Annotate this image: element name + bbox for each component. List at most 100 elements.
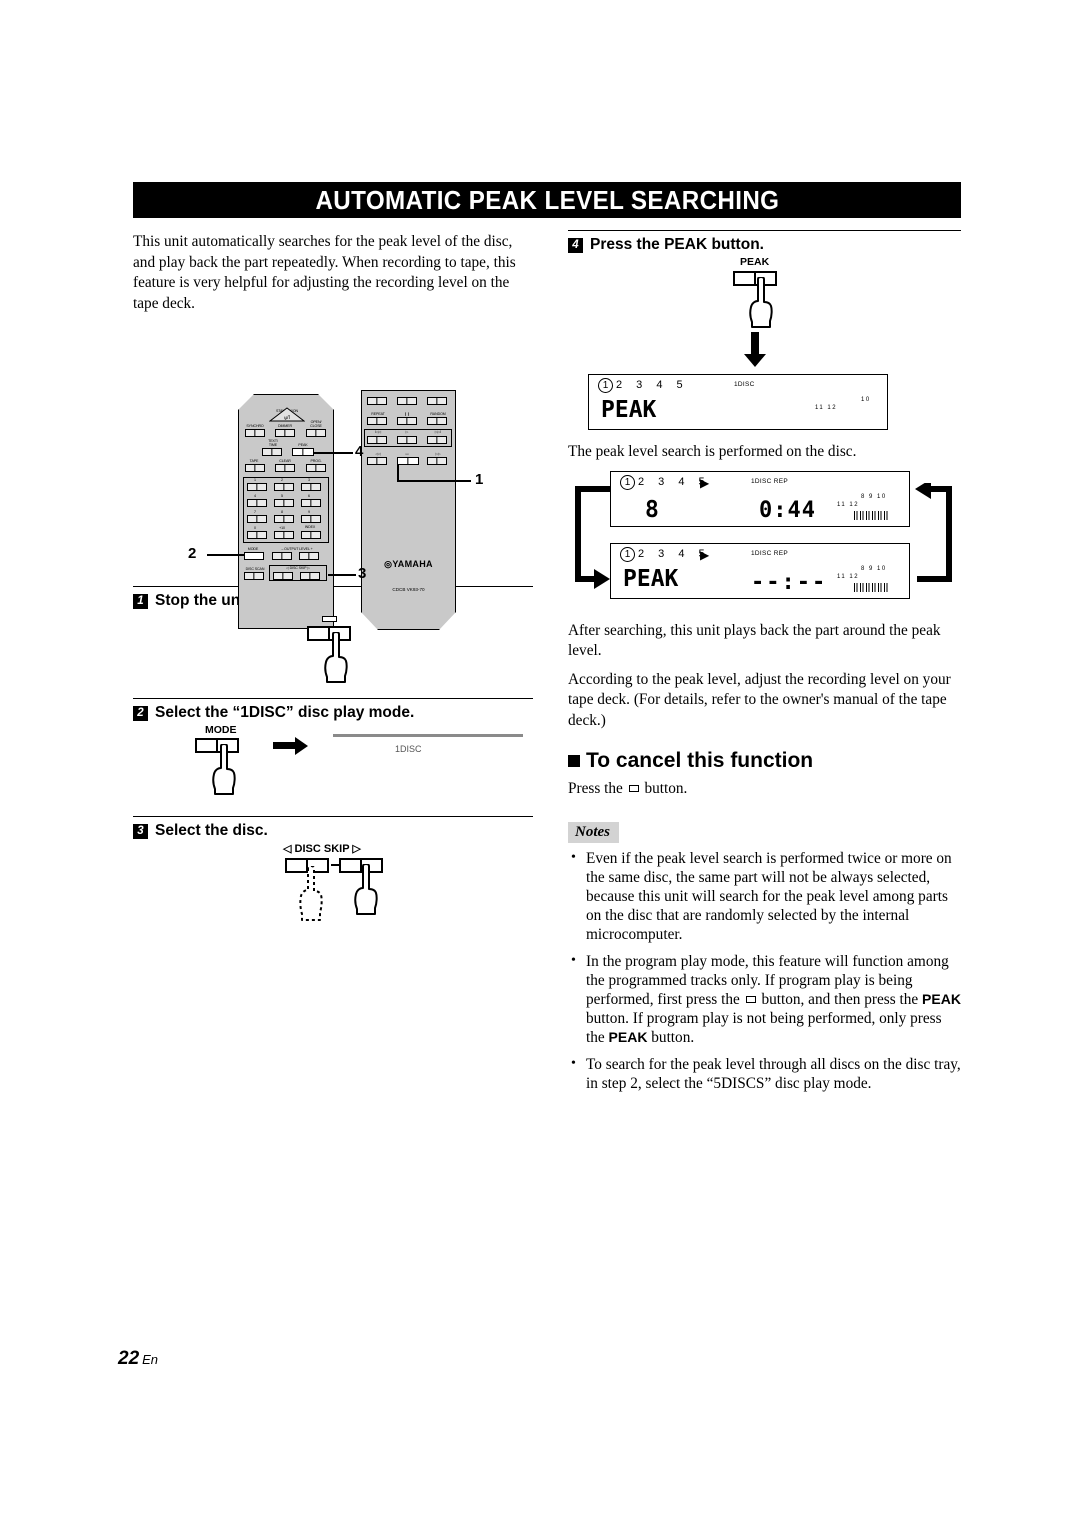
step-2-arrow-icon: [273, 736, 309, 761]
remote-button-peak[interactable]: [292, 448, 314, 456]
remote-button-plus10[interactable]: [274, 531, 294, 539]
remote-label-peak: PEAK: [298, 443, 308, 447]
remote-label-plus10: +10: [279, 526, 285, 530]
callout-line-3: [328, 574, 356, 576]
remote-button-synchro[interactable]: [245, 429, 265, 437]
page-footer: 22 En: [118, 1348, 158, 1370]
remote-button-num-1[interactable]: [247, 483, 267, 491]
stop-button-icon: [628, 785, 639, 792]
remote-label-num-6: 6: [308, 494, 310, 498]
remote-label-disc-scan: DISC SCAN: [245, 567, 265, 571]
remote-button-text-time[interactable]: [262, 448, 282, 456]
remote-label-repeat: REPEAT: [371, 412, 385, 416]
after-peak-text: The peak level search is performed on th…: [568, 443, 857, 460]
lcd-tiny-11-12: 11 12: [837, 501, 860, 508]
note-program-bold-peak-1: PEAK: [922, 990, 961, 1007]
remote-button-disc-skip-next[interactable]: [300, 572, 320, 580]
remote-label-num-1: 1: [254, 478, 256, 482]
remote-button-tape[interactable]: [245, 464, 265, 472]
note-item: To search for the peak level through all…: [568, 1054, 961, 1093]
remote-button-prev-track[interactable]: [367, 436, 387, 444]
remote-label-synchro: SYNCHRO: [246, 424, 264, 428]
remote-button-top-2[interactable]: [397, 397, 417, 405]
remote-button-output-down[interactable]: [272, 552, 292, 560]
remote-button-num-0[interactable]: [247, 531, 267, 539]
lcd-play-indicator-icon: ▶: [700, 475, 710, 490]
remote-button-num-8[interactable]: [274, 515, 294, 523]
step-4-heading: 4 Press the PEAK button.: [568, 236, 961, 254]
step-3-title: Select the disc.: [155, 822, 268, 839]
remote-right-unit: REPEAT ❙❙ RANDOM I◁◁ ▷ ▷▷I ◁◁ ▭ ▷▷ ◎YAMA…: [361, 390, 456, 630]
remote-button-repeat[interactable]: [367, 417, 387, 425]
remote-label-tape: TAPE: [249, 459, 259, 463]
callout-line-4: [313, 452, 353, 454]
remote-left-unit: STANDBY/ON ⍹/I SYNCHRO DIMMER OPEN/ CLOS…: [238, 394, 334, 629]
remote-button-num-4[interactable]: [247, 499, 267, 507]
lcd-tiny-11-12: 11 12: [815, 405, 838, 411]
display-loop-group: 1 2 3 4 5 ▶ 1DISC REP 8 0:44 11 12 8 9 1…: [566, 470, 961, 621]
adjust-level-text: According to the peak level, adjust the …: [568, 670, 951, 729]
remote-control-illustration: STANDBY/ON ⍹/I SYNCHRO DIMMER OPEN/ CLOS…: [133, 322, 533, 630]
remote-button-num-7[interactable]: [247, 515, 267, 523]
stop-button-icon: [745, 995, 756, 1003]
remote-button-index[interactable]: [301, 531, 321, 539]
pointing-hand-icon: [351, 864, 381, 916]
lcd-track-number: 8: [645, 496, 660, 523]
remote-button-num-5[interactable]: [274, 499, 294, 507]
remote-button-play[interactable]: [397, 436, 417, 444]
remote-button-top-3[interactable]: [427, 397, 447, 405]
remote-label-play: ▷: [405, 430, 409, 434]
remote-label-dimmer: DIMMER: [278, 424, 292, 428]
remote-button-stop[interactable]: [397, 457, 419, 465]
remote-label-disc-skip: ◁ DISC SKIP ▷: [286, 566, 310, 570]
remote-button-dimmer[interactable]: [275, 429, 295, 437]
remote-button-top-1[interactable]: [367, 397, 387, 405]
lcd-display-peak-search: 1 2 3 4 5 ▶ 1DISC REP PEAK --:-- 11 12 8…: [610, 542, 910, 599]
cancel-text-after: button.: [644, 780, 688, 797]
lcd-mode-indicator: 1DISC: [734, 381, 755, 388]
remote-label-prev-track: I◁◁: [374, 430, 382, 434]
step-4-number: 4: [568, 237, 583, 253]
note-program-part4: button.: [651, 1029, 695, 1047]
remote-button-num-2[interactable]: [274, 483, 294, 491]
step-4-divider: [568, 230, 961, 231]
manual-page: AUTOMATIC PEAK LEVEL SEARCHING This unit…: [0, 0, 1080, 1528]
step-2-number: 2: [133, 705, 148, 721]
remote-button-prog[interactable]: [306, 464, 326, 472]
lcd-mode-indicator: 1DISC REP: [751, 549, 789, 557]
remote-button-num-6[interactable]: [301, 499, 321, 507]
remote-button-pause[interactable]: [397, 417, 417, 425]
page-number: 22: [118, 1348, 140, 1369]
remote-button-num-9[interactable]: [301, 515, 321, 523]
remote-label-num-4: 4: [254, 494, 256, 498]
remote-label-search-back: ◁◁: [375, 452, 381, 456]
remote-button-output-up[interactable]: [299, 552, 319, 560]
intro-paragraph: This unit automatically searches for the…: [133, 233, 516, 312]
lcd-time: --:--: [751, 569, 828, 595]
remote-button-open-close[interactable]: [306, 429, 326, 437]
cancel-text-before: Press the: [568, 780, 623, 797]
remote-button-search-back[interactable]: [367, 457, 387, 465]
remote-label-num-7: 7: [254, 510, 256, 514]
callout-number-3: 3: [358, 565, 367, 582]
lcd-main-text: PEAK: [623, 565, 679, 592]
remote-button-mode[interactable]: [244, 552, 264, 560]
pointing-hand-icon: [746, 277, 776, 329]
remote-label-mode: MODE: [247, 547, 259, 551]
remote-label-num-0: 0: [254, 526, 256, 530]
callout-number-2: 2: [188, 545, 197, 562]
step-4: 4 Press the PEAK button. PEAK 1 2 3 4 5 …: [568, 230, 961, 731]
lcd-tiny-8-9-10: 8 9 10: [861, 493, 887, 500]
remote-button-next-track[interactable]: [427, 436, 447, 444]
notes-label: Notes: [568, 821, 619, 843]
remote-button-search-fwd[interactable]: [427, 457, 447, 465]
notes-list: Even if the peak level search is perform…: [568, 847, 961, 1093]
note-program-bold-peak-2: PEAK: [608, 1029, 648, 1046]
loop-arrow-left-icon: [566, 483, 610, 591]
remote-button-disc-scan[interactable]: [244, 572, 264, 580]
remote-button-num-3[interactable]: [301, 483, 321, 491]
remote-button-disc-skip-prev[interactable]: [273, 572, 293, 580]
remote-button-random[interactable]: [427, 417, 447, 425]
step-2-title: Select the “1DISC” disc play mode.: [155, 704, 415, 721]
remote-button-clear[interactable]: [275, 464, 295, 472]
